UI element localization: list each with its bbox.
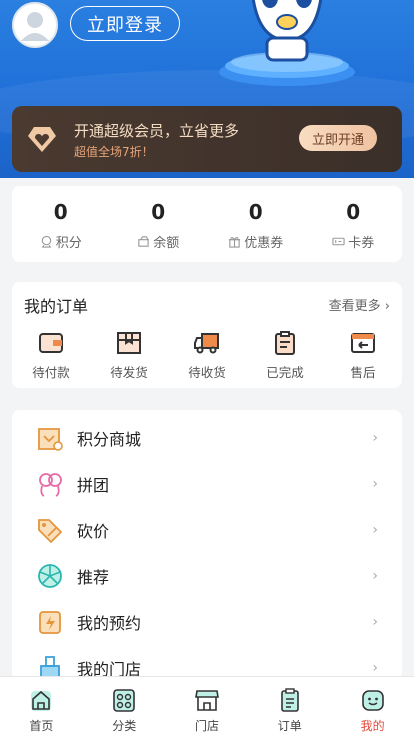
stat-label: 余额 <box>153 236 180 251</box>
balance-icon <box>138 236 149 247</box>
menu-item-my-store[interactable]: 我的门店 › <box>12 645 402 680</box>
profile-header: 立即登录 开通超级会员，立省更多 超值全场7折！ 立即开通 <box>0 0 414 178</box>
vip-title: 开通超级会员，立省更多 <box>74 122 240 140</box>
stat-coupons[interactable]: 0 优惠券 <box>207 186 305 262</box>
chevron-right-icon: › <box>372 614 378 630</box>
vip-open-button[interactable]: 立即开通 <box>299 125 377 151</box>
chevron-right-icon: › <box>372 660 378 676</box>
menu-item-label: 拼团 <box>77 476 110 495</box>
order-status-label: 待收货 <box>188 365 226 380</box>
points-mall-icon <box>38 428 63 451</box>
menu-item-points-mall[interactable]: 积分商城 › <box>12 415 402 461</box>
bargain-icon <box>38 519 63 544</box>
orders-view-more-link[interactable]: 查看更多 › <box>329 295 390 314</box>
menu-item-label: 砍价 <box>77 522 110 541</box>
clipboard-check-icon <box>275 331 295 355</box>
stat-cards[interactable]: 0 卡券 <box>305 186 403 262</box>
default-avatar-icon <box>21 12 49 41</box>
menu-item-group-buy[interactable]: 拼团 › <box>12 461 402 507</box>
bottom-tab-bar: 首页 分类 门店 订单 我的 <box>0 676 414 736</box>
appointment-icon <box>39 611 61 634</box>
truck-icon <box>194 333 219 354</box>
menu-item-label: 我的预约 <box>77 614 142 633</box>
mascot-illustration <box>219 0 355 86</box>
diamond-heart-icon <box>28 127 56 152</box>
orders-title: 我的订单 <box>24 297 89 316</box>
vip-subtitle: 超值全场7折！ <box>74 145 154 159</box>
stat-value: 0 <box>53 200 68 224</box>
tab-label: 我的 <box>360 719 385 733</box>
order-status-pending-receipt[interactable]: 待收货 <box>168 330 246 381</box>
login-button[interactable]: 立即登录 <box>70 6 180 41</box>
avatar[interactable] <box>12 2 58 48</box>
chevron-right-icon: › <box>372 476 378 492</box>
tab-label: 分类 <box>112 719 137 733</box>
return-icon <box>351 333 375 353</box>
tab-shop[interactable]: 门店 <box>166 677 249 736</box>
wallet-icon <box>39 333 63 353</box>
stat-label: 卡券 <box>348 236 375 251</box>
order-status-pending-shipment[interactable]: 待发货 <box>90 330 168 381</box>
stat-value: 0 <box>346 200 361 224</box>
tab-category[interactable]: 分类 <box>83 677 166 736</box>
chevron-right-icon: › <box>372 568 378 584</box>
vip-membership-banner[interactable]: 开通超级会员，立省更多 超值全场7折！ 立即开通 <box>12 106 402 172</box>
order-status-after-sales[interactable]: 售后 <box>324 330 402 381</box>
home-icon <box>31 690 52 711</box>
stat-label: 优惠券 <box>244 236 284 251</box>
tab-label: 门店 <box>194 719 219 733</box>
menu-item-label: 积分商城 <box>77 430 142 449</box>
order-status-label: 售后 <box>350 365 376 380</box>
profile-icon <box>361 690 384 711</box>
recommend-icon <box>38 564 62 588</box>
account-stats-card: 0 积分 0 余额 0 优惠券 0 卡券 <box>12 186 402 262</box>
tab-home[interactable]: 首页 <box>0 677 83 736</box>
shop-icon <box>195 690 219 711</box>
category-icon <box>113 689 135 712</box>
menu-item-label: 推荐 <box>77 568 110 587</box>
menu-item-recommend[interactable]: 推荐 › <box>12 553 402 599</box>
tab-orders[interactable]: 订单 <box>248 677 331 736</box>
order-status-label: 待付款 <box>32 365 70 380</box>
menu-item-bargain[interactable]: 砍价 › <box>12 507 402 553</box>
stat-points[interactable]: 0 积分 <box>12 186 110 262</box>
order-status-label: 待发货 <box>110 365 148 380</box>
stat-value: 0 <box>248 200 263 224</box>
menu-item-appointment[interactable]: 我的预约 › <box>12 599 402 645</box>
order-status-pending-payment[interactable]: 待付款 <box>12 330 90 381</box>
group-buy-icon <box>39 473 62 497</box>
tab-label: 首页 <box>29 719 54 733</box>
order-status-label: 已完成 <box>266 365 304 380</box>
stat-balance[interactable]: 0 余额 <box>110 186 208 262</box>
package-icon <box>117 332 141 354</box>
my-orders-card: 我的订单 查看更多 › 待付款 待发货 待收货 已完成 售后 <box>12 282 402 388</box>
tab-label: 订单 <box>277 719 302 733</box>
chevron-right-icon: › <box>372 430 378 446</box>
order-status-completed[interactable]: 已完成 <box>246 330 324 381</box>
order-icon <box>280 688 299 712</box>
points-icon <box>41 235 51 248</box>
service-menu-card: 积分商城 › 拼团 › 砍价 › 推荐 › 我的预约 › 我的门店 › <box>12 410 402 680</box>
stat-label: 积分 <box>55 236 82 251</box>
tab-profile[interactable]: 我的 <box>331 677 414 736</box>
stat-value: 0 <box>151 200 166 224</box>
chevron-right-icon: › <box>372 522 378 538</box>
gift-icon <box>229 236 241 248</box>
ticket-icon <box>332 237 345 246</box>
